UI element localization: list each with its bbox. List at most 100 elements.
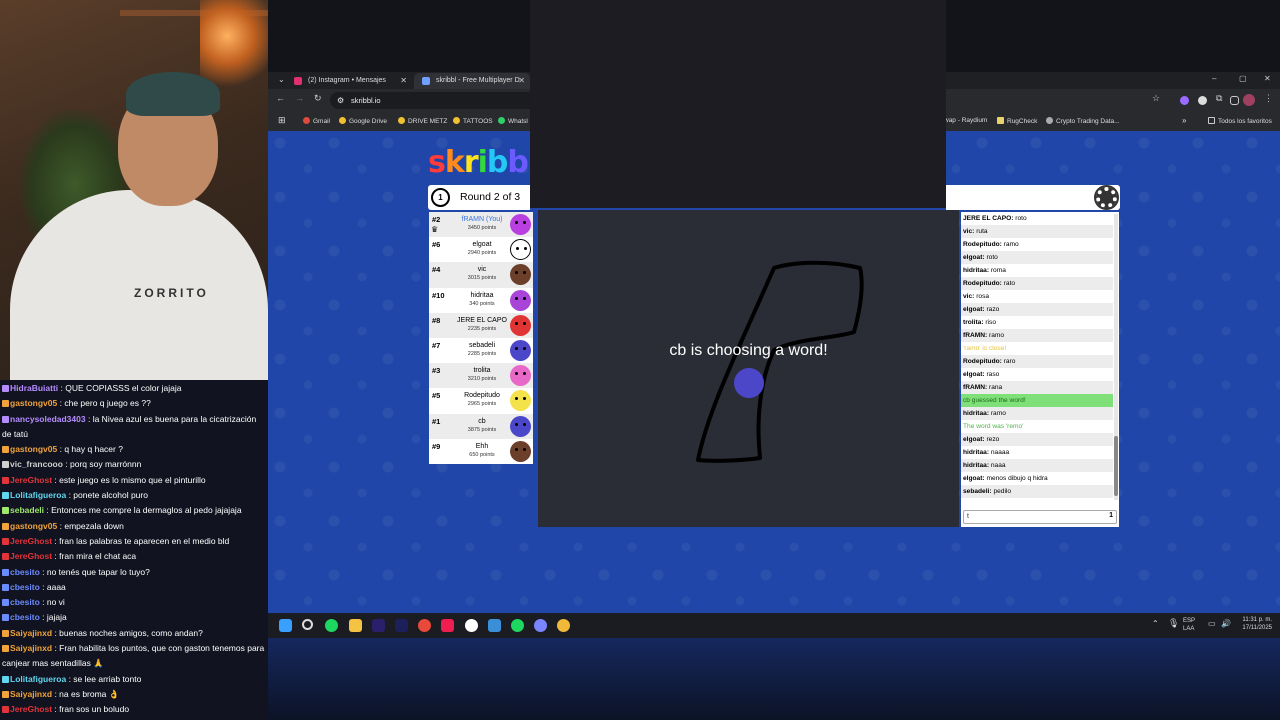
- skribbl-icon: [422, 77, 430, 85]
- chat-username[interactable]: JereGhost: [10, 551, 52, 561]
- aftereffects-icon[interactable]: [395, 619, 408, 632]
- chat-username[interactable]: Saiyajinxd: [10, 643, 52, 653]
- spotify2-icon[interactable]: [511, 619, 524, 632]
- player-row[interactable]: #9 Ehh 650 points: [429, 439, 533, 464]
- drawing-canvas[interactable]: cb is choosing a word!: [538, 210, 959, 527]
- logo-letter: s: [428, 145, 446, 180]
- chat-username[interactable]: cbesito: [10, 597, 40, 607]
- search-icon[interactable]: [302, 619, 314, 630]
- chat-text: : no vi: [42, 597, 65, 608]
- player-row[interactable]: #5 Rodepitudo 2965 points: [429, 388, 533, 413]
- chrome-icon[interactable]: [418, 619, 432, 632]
- chat-username[interactable]: Saiyajinxd: [10, 689, 52, 699]
- apps-icon[interactable]: ⊞: [278, 115, 286, 126]
- spotify-icon[interactable]: [325, 619, 339, 632]
- settings-gear-icon[interactable]: [1094, 185, 1119, 210]
- bookmark-drive-metz[interactable]: DRIVE METZ: [398, 117, 447, 125]
- premiere-icon[interactable]: [371, 619, 385, 632]
- chat-username[interactable]: nancysoledad3403: [10, 414, 86, 424]
- all-bookmarks[interactable]: Todos los favoritos: [1208, 117, 1272, 125]
- language-indicator[interactable]: ESP LAA: [1183, 617, 1195, 633]
- bookmark-gmail[interactable]: Gmail: [303, 117, 330, 125]
- start-icon[interactable]: [279, 619, 292, 632]
- network-icon[interactable]: ▭: [1208, 619, 1216, 628]
- minimize-icon[interactable]: –: [1212, 74, 1216, 83]
- guess-input[interactable]: t: [963, 510, 1117, 524]
- chat-username[interactable]: JereGhost: [10, 536, 52, 546]
- chat-username[interactable]: sebadeli: [10, 505, 44, 515]
- clock[interactable]: 11:31 p. m. 17/11/2025: [1242, 616, 1272, 632]
- player-rank: #1: [432, 416, 441, 426]
- player-row[interactable]: #2 fRAMN (You) 3450 points ♛: [429, 212, 533, 238]
- player-row[interactable]: #6 elgoat 2940 points: [429, 237, 533, 262]
- chat-username[interactable]: cbesito: [10, 582, 40, 592]
- microphone-icon[interactable]: 🎙: [1168, 618, 1179, 629]
- window-close-icon[interactable]: ✕: [1264, 74, 1271, 83]
- chat-username[interactable]: gastongv05: [10, 521, 57, 531]
- chat-username[interactable]: Lolitafigueroa: [10, 674, 66, 684]
- chat-text: : aaaa: [42, 581, 66, 592]
- chat-scrollbar[interactable]: [1114, 214, 1118, 500]
- player-row[interactable]: #8 JERE EL CAPO 2235 points: [429, 312, 533, 338]
- bookmark-tattoos[interactable]: TATTOOS: [453, 117, 493, 125]
- extensions-puzzle-icon[interactable]: ⧉: [1216, 93, 1222, 104]
- app-icon[interactable]: [487, 619, 501, 632]
- sidepanel-icon[interactable]: [1230, 96, 1239, 105]
- menu-icon[interactable]: ⋮: [1264, 93, 1273, 104]
- back-icon[interactable]: ←: [276, 93, 285, 103]
- chat-user: sebadeli:: [963, 488, 992, 495]
- chat-username[interactable]: cbesito: [10, 567, 40, 577]
- profile-avatar[interactable]: [1243, 94, 1255, 106]
- close-icon[interactable]: ✕: [518, 73, 525, 89]
- chat-username[interactable]: gastongv05: [10, 398, 57, 408]
- site-info-icon[interactable]: ⚙: [337, 92, 344, 109]
- tab-instagram[interactable]: (2) Instagram • Mensajes ✕: [286, 73, 412, 89]
- chat-username[interactable]: gastongv05: [10, 444, 57, 454]
- bookmark-star-icon[interactable]: ☆: [1152, 93, 1160, 104]
- chat-username[interactable]: HidraBuiatti: [10, 383, 58, 393]
- chat-username[interactable]: Lolitafigueroa: [10, 490, 66, 500]
- player-row[interactable]: #10 hidritaa 340 points: [429, 288, 533, 313]
- bookmark-google-drive[interactable]: Google Drive: [339, 117, 387, 125]
- extension-icon[interactable]: [1198, 96, 1207, 105]
- chat-line: cb guessed the word!: [961, 394, 1113, 407]
- chat-scroll-thumb[interactable]: [1114, 436, 1118, 496]
- player-row[interactable]: #4 vic 3015 points: [429, 262, 533, 288]
- chat-username[interactable]: vic_francooo: [10, 459, 63, 469]
- chat-text: : q hay q hacer ?: [59, 444, 123, 455]
- chat-username[interactable]: cbesito: [10, 612, 40, 622]
- chat-text: : ponete alcohol puro: [68, 490, 148, 501]
- chatgpt-icon[interactable]: [464, 619, 478, 632]
- alarm-clock-icon: 1: [431, 188, 450, 207]
- drive-icon: [339, 117, 346, 124]
- bookmark-whatsapp[interactable]: Whatsl: [498, 117, 528, 125]
- forward-icon[interactable]: →: [295, 93, 304, 103]
- streamer-cap: [126, 72, 220, 116]
- files-icon[interactable]: [348, 619, 362, 632]
- badge-icon: [2, 706, 9, 714]
- tab-search-icon[interactable]: ⌄: [278, 75, 285, 84]
- chat-user: hidritaa:: [963, 462, 990, 469]
- close-icon[interactable]: ✕: [400, 73, 407, 89]
- player-row[interactable]: #3 trolita 3210 points: [429, 363, 533, 389]
- chat-username[interactable]: JereGhost: [10, 704, 52, 714]
- bookmark-crypto-trading[interactable]: Crypto Trading Data...: [1046, 117, 1120, 125]
- tiktok-icon[interactable]: [441, 619, 455, 632]
- player-row[interactable]: #1 cb 3875 points: [429, 413, 533, 439]
- chevron-up-icon[interactable]: ⌃: [1152, 619, 1159, 628]
- discord-icon[interactable]: [534, 619, 548, 632]
- extension-icon[interactable]: [1180, 96, 1189, 105]
- volume-icon[interactable]: 🔊: [1221, 619, 1231, 628]
- chat-username[interactable]: JereGhost: [10, 475, 52, 485]
- bookmark-rugcheck[interactable]: RugCheck: [997, 117, 1037, 125]
- more-bookmarks-icon[interactable]: »: [1182, 116, 1186, 125]
- chat-username[interactable]: Saiyajinxd: [10, 628, 52, 638]
- chrome2-icon[interactable]: [557, 619, 571, 632]
- stream-chat-message: Lolitafigueroa : se lee arriab tonto: [0, 672, 268, 687]
- bookmark-raydium[interactable]: wap - Raydium: [944, 117, 987, 124]
- reload-icon[interactable]: ↻: [314, 93, 322, 104]
- player-avatar: [510, 440, 531, 462]
- maximize-icon[interactable]: ▢: [1239, 74, 1247, 83]
- tab-skribbl[interactable]: skribbl - Free Multiplayer D ✕: [414, 73, 530, 89]
- player-row[interactable]: #7 sebadeli 2285 points: [429, 338, 533, 363]
